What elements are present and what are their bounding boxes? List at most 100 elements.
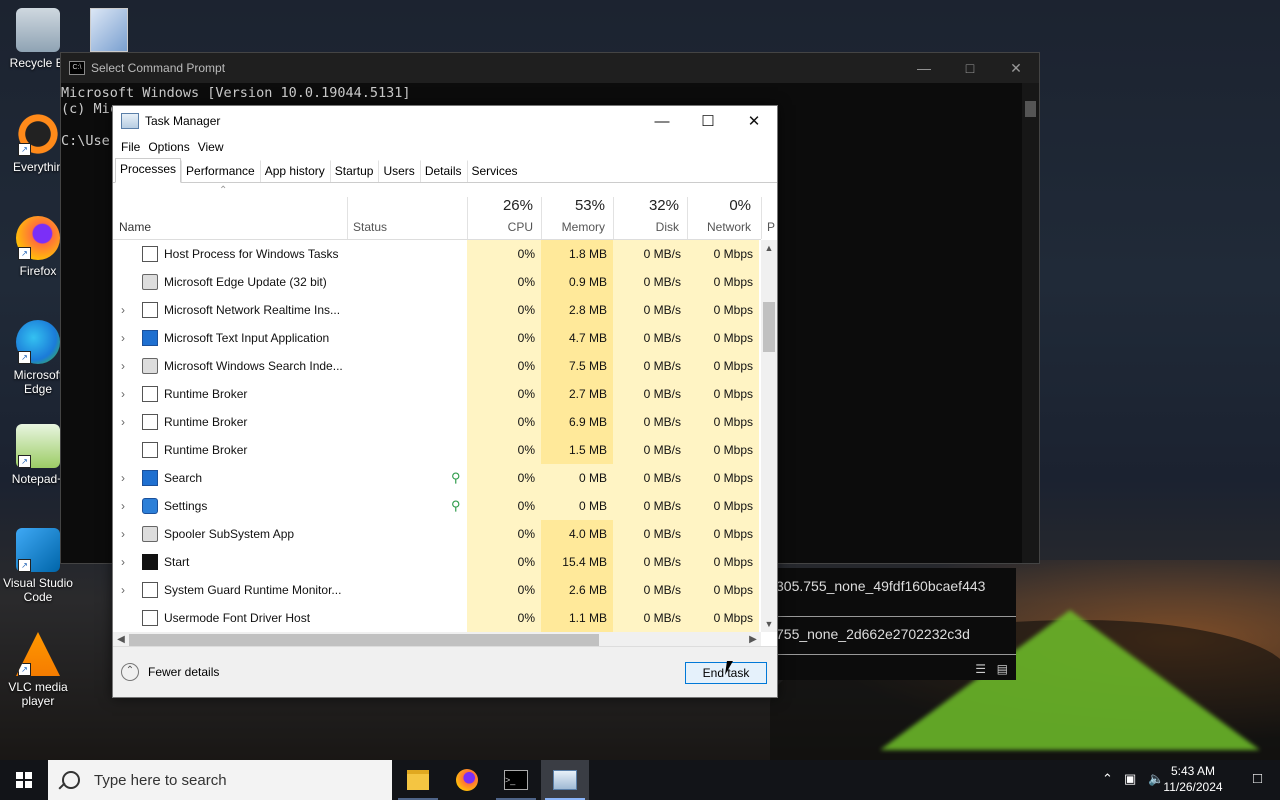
cpu-cell: 0%	[467, 548, 541, 576]
column-header-row: ⌃ Name Status 26% CPU 53% Memory 32% Dis…	[113, 183, 775, 240]
chevron-right-icon[interactable]: ›	[121, 471, 125, 485]
chevron-right-icon[interactable]: ›	[121, 583, 125, 597]
process-name: Microsoft Network Realtime Ins...	[164, 303, 341, 317]
memory-cell: 0 MB	[541, 464, 613, 492]
chevron-right-icon[interactable]: ›	[121, 387, 125, 401]
table-row[interactable]: › Microsoft Windows Search Inde... 0% 7.5 M…	[113, 352, 761, 380]
recycle-bin-icon	[16, 8, 60, 52]
tab-services[interactable]: Services	[466, 160, 523, 182]
process-name: Runtime Broker	[164, 443, 248, 457]
table-row[interactable]: › Settings ⚲ 0% 0 MB 0 MB/s 0 Mbps	[113, 492, 761, 520]
process-name: Microsoft Edge Update (32 bit)	[164, 275, 327, 289]
table-row[interactable]: › Microsoft Network Realtime Ins... 0% 2.8 …	[113, 296, 761, 324]
disk-cell: 0 MB/s	[613, 268, 687, 296]
scroll-thumb[interactable]	[763, 302, 775, 352]
close-icon[interactable]: ✕	[731, 106, 777, 136]
cmd-scrollbar[interactable]	[1022, 83, 1039, 563]
table-row[interactable]: › Spooler SubSystem App 0% 4.0 MB 0 MB/s 0 Mb…	[113, 520, 761, 548]
disk-cell: 0 MB/s	[613, 464, 687, 492]
tab-processes[interactable]: Processes	[115, 158, 182, 183]
cmd-title-bar[interactable]: C:\ Select Command Prompt — □ ✕	[61, 53, 1039, 83]
network-cell: 0 Mbps	[687, 492, 759, 520]
chevron-right-icon[interactable]: ›	[121, 499, 125, 513]
taskbar-firefox[interactable]	[443, 760, 491, 800]
disk-cell: 0 MB/s	[613, 352, 687, 380]
table-row[interactable]: › Start 0% 15.4 MB 0 MB/s 0 Mbps	[113, 548, 761, 576]
table-row[interactable]: Runtime Broker 0% 1.5 MB 0 MB/s 0 Mbps	[113, 436, 761, 464]
column-divider[interactable]	[613, 197, 614, 239]
chevron-up-icon[interactable]: ⌃	[1102, 771, 1113, 787]
minimize-icon[interactable]: —	[901, 53, 947, 83]
process-name: Spooler SubSystem App	[164, 527, 295, 541]
column-status[interactable]: Status	[353, 220, 387, 234]
menu-file[interactable]: File	[119, 140, 146, 154]
tab-performance[interactable]: Performance	[181, 160, 260, 182]
table-row[interactable]: › System Guard Runtime Monitor... 0% 2.6 MB…	[113, 576, 761, 604]
column-memory[interactable]: 53% Memory	[541, 183, 609, 239]
fewer-details-button[interactable]: ⌃ Fewer details	[121, 663, 219, 681]
chevron-right-icon[interactable]: ›	[121, 415, 125, 429]
cmd-scroll-thumb[interactable]	[1025, 101, 1036, 117]
clock-time: 5:43 AM	[1170, 764, 1216, 778]
taskbar-command-prompt[interactable]: >_	[492, 760, 540, 800]
column-divider[interactable]	[347, 197, 348, 239]
tab-app-history[interactable]: App history	[259, 160, 330, 182]
cpu-cell: 0%	[467, 436, 541, 464]
blue-window-icon	[142, 330, 158, 346]
vertical-scrollbar[interactable]: ▲ ▼	[761, 240, 777, 632]
disk-cell: 0 MB/s	[613, 548, 687, 576]
scroll-down-icon[interactable]: ▼	[761, 616, 777, 632]
menu-view[interactable]: View	[196, 140, 230, 154]
table-row[interactable]: Microsoft Edge Update (32 bit) 0% 0.9 MB 0 …	[113, 268, 761, 296]
minimize-icon[interactable]: —	[639, 106, 685, 136]
taskbar-task-manager[interactable]	[541, 760, 589, 800]
view-details-icon[interactable]: ☰	[975, 662, 986, 676]
table-row[interactable]: Usermode Font Driver Host 0% 1.1 MB 0 MB/s 0…	[113, 604, 761, 632]
desktop-icon[interactable]: ↗ VLC media player	[0, 632, 76, 708]
tm-title-bar[interactable]: Task Manager — ☐ ✕	[113, 106, 777, 136]
clock-date: 11/26/2024	[1163, 780, 1223, 794]
tab-users[interactable]: Users	[378, 160, 419, 182]
close-icon[interactable]: ✕	[993, 53, 1039, 83]
tab-startup[interactable]: Startup	[329, 160, 379, 182]
cpu-cell: 0%	[467, 604, 541, 632]
chevron-right-icon[interactable]: ›	[121, 303, 125, 317]
hscroll-thumb[interactable]	[129, 634, 599, 646]
column-disk[interactable]: 32% Disk	[615, 183, 683, 239]
maximize-icon[interactable]: ☐	[685, 106, 731, 136]
scroll-up-icon[interactable]: ▲	[761, 240, 777, 256]
tab-details[interactable]: Details	[419, 160, 467, 182]
maximize-icon[interactable]: □	[947, 53, 993, 83]
start-button[interactable]	[0, 760, 48, 800]
view-preview-icon[interactable]: ▤	[997, 662, 1008, 676]
table-row[interactable]: › Microsoft Text Input Application 0% 4.7 M…	[113, 324, 761, 352]
table-row[interactable]: › Runtime Broker 0% 6.9 MB 0 MB/s 0 Mbps	[113, 408, 761, 436]
desktop-shortcut-icon[interactable]	[90, 8, 128, 52]
column-power[interactable]: P	[767, 220, 775, 234]
column-cpu[interactable]: 26% CPU	[469, 183, 537, 239]
table-row[interactable]: › Search ⚲ 0% 0 MB 0 MB/s 0 Mbps	[113, 464, 761, 492]
column-name[interactable]: Name	[119, 220, 151, 234]
chevron-right-icon[interactable]: ›	[121, 331, 125, 345]
cpu-cell: 0%	[467, 268, 541, 296]
chevron-right-icon[interactable]: ›	[121, 527, 125, 541]
column-divider[interactable]	[467, 197, 468, 239]
column-network[interactable]: 0% Network	[687, 183, 755, 239]
column-divider[interactable]	[761, 197, 762, 239]
vscode-icon: ↗	[16, 528, 60, 572]
table-row[interactable]: Host Process for Windows Tasks 0% 1.8 MB 0 …	[113, 240, 761, 268]
table-row[interactable]: › Runtime Broker 0% 2.7 MB 0 MB/s 0 Mbps	[113, 380, 761, 408]
cpu-cell: 0%	[467, 576, 541, 604]
taskbar-search-box[interactable]: Type here to search	[48, 760, 392, 800]
clock[interactable]: 5:43 AM 11/26/2024	[1158, 763, 1228, 795]
taskbar-file-explorer[interactable]	[394, 760, 442, 800]
disk-percent: 32%	[648, 197, 679, 214]
shortcut-arrow-icon: ↗	[18, 559, 31, 572]
task-manager-window[interactable]: Task Manager — ☐ ✕ File Options View Pro…	[112, 105, 778, 698]
notifications-icon[interactable]: □	[1253, 770, 1262, 787]
cmd-line: 305.755_none_49fdf160bcaef443	[776, 578, 986, 594]
menu-options[interactable]: Options	[146, 140, 195, 154]
network-icon[interactable]: ▣	[1124, 771, 1136, 787]
chevron-right-icon[interactable]: ›	[121, 359, 125, 373]
chevron-right-icon[interactable]: ›	[121, 555, 125, 569]
